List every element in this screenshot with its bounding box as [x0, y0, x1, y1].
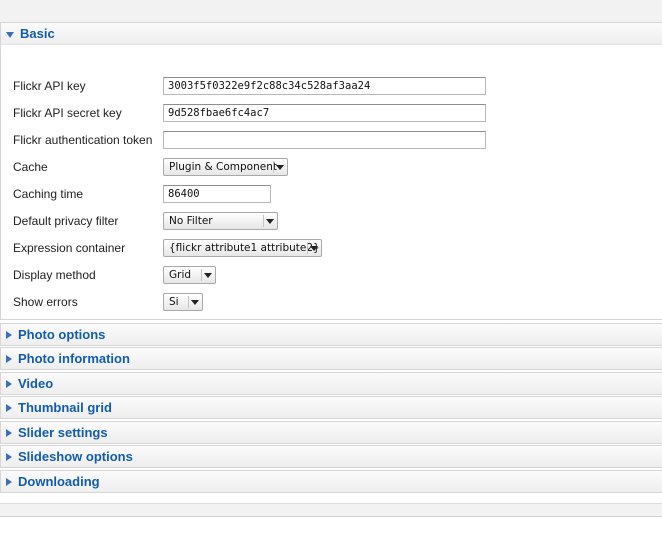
panel-title: Video: [18, 376, 54, 391]
row-api-secret: Flickr API secret key 9d528fbae6fc4ac7: [1, 104, 662, 124]
panel-title: Photo options: [18, 327, 106, 342]
row-display: Display method Grid: [1, 266, 662, 286]
panel-title: Basic: [20, 26, 55, 41]
panel-thumbnail-grid: Thumbnail grid: [0, 396, 662, 419]
display-select[interactable]: Grid: [163, 266, 216, 284]
basic-settings-form: Flickr API key 3003f5f0322e9f2c88c34c528…: [1, 44, 662, 319]
display-select-value: Grid: [169, 269, 192, 281]
panel-slideshow-options: Slideshow options: [0, 445, 662, 468]
panel-photo-options: Photo options: [0, 323, 662, 346]
privacy-label: Default privacy filter: [13, 214, 119, 228]
panel-title: Slider settings: [18, 425, 108, 440]
panel-header-video[interactable]: Video: [1, 373, 662, 394]
collapse-arrow-icon: [6, 31, 14, 38]
row-errors: Show errors Si: [1, 293, 662, 313]
panel-photo-information: Photo information: [0, 347, 662, 370]
row-expression: Expression container {flickr attribute1 …: [1, 239, 662, 259]
dropdown-arrow-icon: [188, 296, 200, 308]
panel-title: Downloading: [18, 474, 100, 489]
row-api-key: Flickr API key 3003f5f0322e9f2c88c34c528…: [1, 77, 662, 97]
expand-arrow-icon: [6, 477, 12, 486]
panel-header-photo-options[interactable]: Photo options: [1, 324, 662, 345]
api-secret-label: Flickr API secret key: [13, 106, 122, 120]
panel-header-thumbnail-grid[interactable]: Thumbnail grid: [1, 397, 662, 418]
expand-arrow-icon: [6, 330, 12, 339]
dropdown-arrow-icon: [273, 161, 285, 173]
errors-label: Show errors: [13, 295, 78, 309]
cache-label: Cache: [13, 160, 48, 174]
expand-arrow-icon: [6, 403, 12, 412]
row-caching-time: Caching time 86400: [1, 185, 662, 205]
panel-title: Photo information: [18, 351, 130, 366]
display-label: Display method: [13, 268, 96, 282]
bottom-bar: [0, 503, 662, 517]
panel-title: Slideshow options: [18, 449, 133, 464]
row-cache: Cache Plugin & Component: [1, 158, 662, 178]
cache-select-value: Plugin & Component: [169, 161, 277, 173]
panel-header-photo-information[interactable]: Photo information: [1, 348, 662, 369]
errors-select-value: Si: [169, 296, 179, 308]
expand-arrow-icon: [6, 354, 12, 363]
panel-slider-settings: Slider settings: [0, 421, 662, 444]
api-key-input[interactable]: 3003f5f0322e9f2c88c34c528af3aa24: [163, 77, 486, 95]
panel-video: Video: [0, 372, 662, 395]
api-secret-input[interactable]: 9d528fbae6fc4ac7: [163, 104, 486, 122]
row-auth-token: Flickr authentication token: [1, 131, 662, 151]
panel-title: Thumbnail grid: [18, 400, 112, 415]
panel-header-downloading[interactable]: Downloading: [1, 471, 662, 492]
top-bar: [0, 0, 662, 22]
expand-arrow-icon: [6, 452, 12, 461]
caching-time-label: Caching time: [13, 187, 84, 201]
expand-arrow-icon: [6, 428, 12, 437]
dropdown-arrow-icon: [201, 269, 213, 281]
expression-select-value: {flickr attribute1 attribute2}: [169, 242, 320, 254]
panel-header-slider-settings[interactable]: Slider settings: [1, 422, 662, 443]
panel-header-basic[interactable]: Basic: [1, 23, 662, 44]
panel-basic: Basic Flickr API key 3003f5f0322e9f2c88c…: [0, 22, 662, 320]
cache-select[interactable]: Plugin & Component: [163, 158, 288, 176]
privacy-select-value: No Filter: [169, 215, 213, 227]
auth-token-label: Flickr authentication token: [13, 133, 153, 147]
panel-downloading: Downloading: [0, 470, 662, 493]
dropdown-arrow-icon: [263, 215, 275, 227]
dropdown-arrow-icon: [307, 242, 319, 254]
expression-label: Expression container: [13, 241, 126, 255]
expand-arrow-icon: [6, 379, 12, 388]
privacy-select[interactable]: No Filter: [163, 212, 278, 230]
panel-header-slideshow-options[interactable]: Slideshow options: [1, 446, 662, 467]
caching-time-input[interactable]: 86400: [163, 185, 271, 203]
api-key-label: Flickr API key: [13, 79, 86, 93]
expression-select[interactable]: {flickr attribute1 attribute2}: [163, 239, 322, 257]
errors-select[interactable]: Si: [163, 293, 203, 311]
auth-token-input[interactable]: [163, 131, 486, 149]
row-privacy: Default privacy filter No Filter: [1, 212, 662, 232]
